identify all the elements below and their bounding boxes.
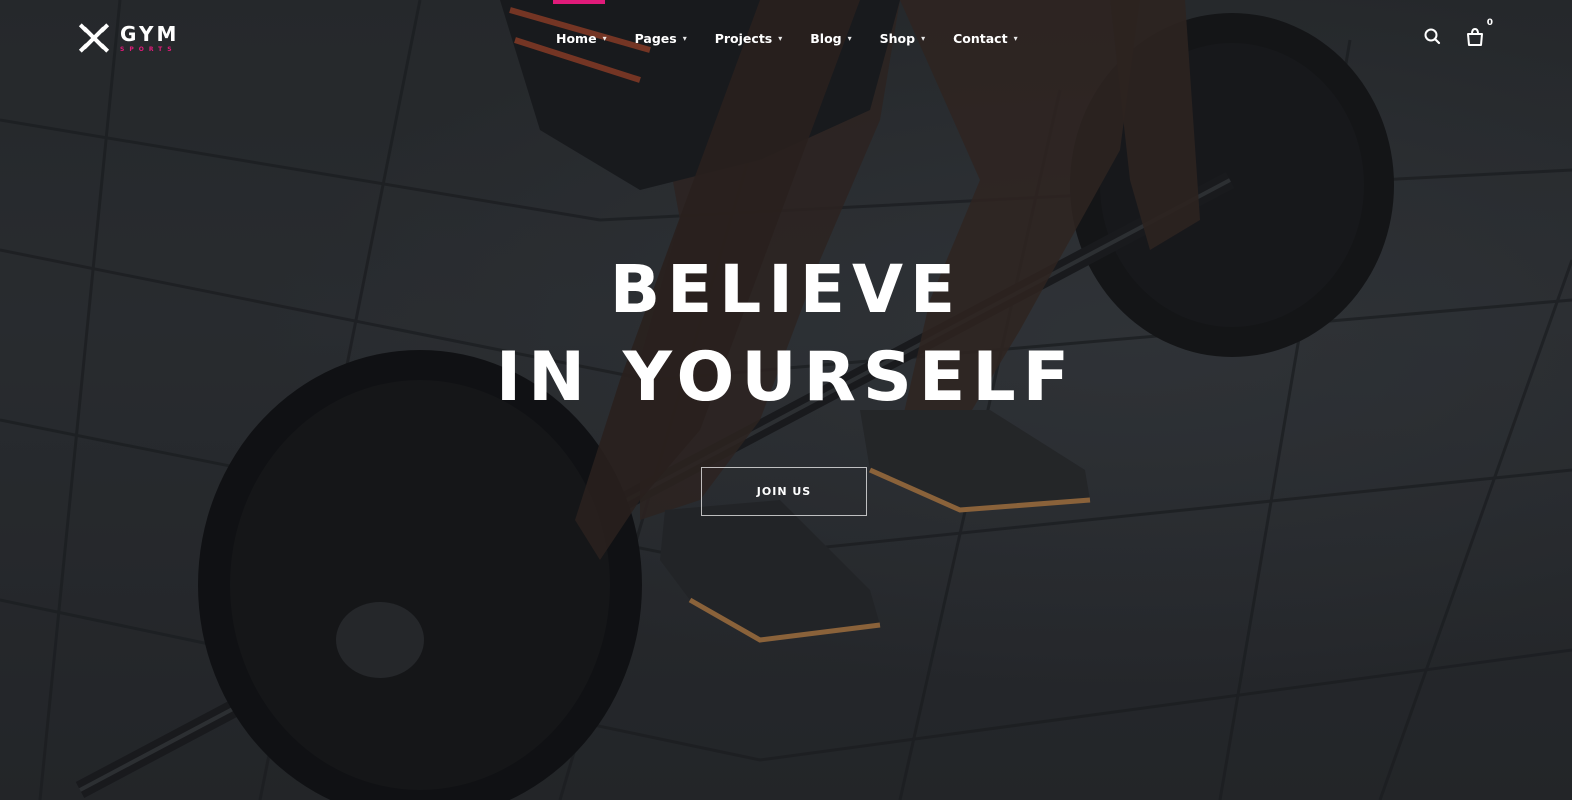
brand-name: GYM: [120, 21, 180, 46]
header-tools: 0: [1422, 18, 1493, 48]
nav-item-label: Shop: [879, 31, 916, 46]
hero-headline: BELIEVE IN YOURSELF: [0, 252, 1572, 417]
brand-subtitle: SPORTS: [120, 45, 177, 53]
nav-item-projects[interactable]: Projects ▾: [715, 31, 783, 46]
chevron-down-icon: ▾: [778, 34, 783, 43]
nav-item-home[interactable]: Home ▾: [556, 31, 607, 46]
join-us-button[interactable]: JOIN US: [701, 467, 867, 516]
site-logo[interactable]: GYM SPORTS: [78, 22, 179, 54]
hero-headline-line2: IN YOURSELF: [495, 338, 1077, 418]
crossed-dumbbells-icon: [78, 23, 110, 53]
chevron-down-icon: ▾: [682, 34, 687, 43]
nav-item-contact[interactable]: Contact ▾: [953, 31, 1017, 46]
cart-count-badge: 0: [1486, 18, 1493, 28]
chevron-down-icon: ▾: [921, 34, 926, 43]
shopping-bag-icon[interactable]: 0: [1464, 18, 1493, 48]
nav-item-label: Home: [556, 31, 597, 46]
nav-item-label: Projects: [714, 31, 773, 46]
main-navigation: Home ▾ Pages ▾ Projects ▾ Blog ▾ Shop ▾ …: [556, 31, 1046, 46]
chevron-down-icon: ▾: [847, 34, 852, 43]
nav-item-pages[interactable]: Pages ▾: [635, 31, 687, 46]
nav-item-label: Blog: [810, 31, 842, 46]
chevron-down-icon: ▾: [602, 34, 607, 43]
nav-item-shop[interactable]: Shop ▾: [880, 31, 925, 46]
site-header: GYM SPORTS Home ▾ Pages ▾ Projects ▾ Blo…: [0, 0, 1572, 78]
hero-headline-line1: BELIEVE: [609, 251, 963, 328]
chevron-down-icon: ▾: [1013, 34, 1018, 43]
active-nav-indicator: [553, 0, 605, 4]
nav-item-label: Pages: [634, 31, 677, 46]
search-icon[interactable]: [1422, 26, 1444, 48]
nav-item-label: Contact: [953, 31, 1008, 46]
nav-item-blog[interactable]: Blog ▾: [810, 31, 851, 46]
hero-section: GYM SPORTS Home ▾ Pages ▾ Projects ▾ Blo…: [0, 0, 1572, 800]
